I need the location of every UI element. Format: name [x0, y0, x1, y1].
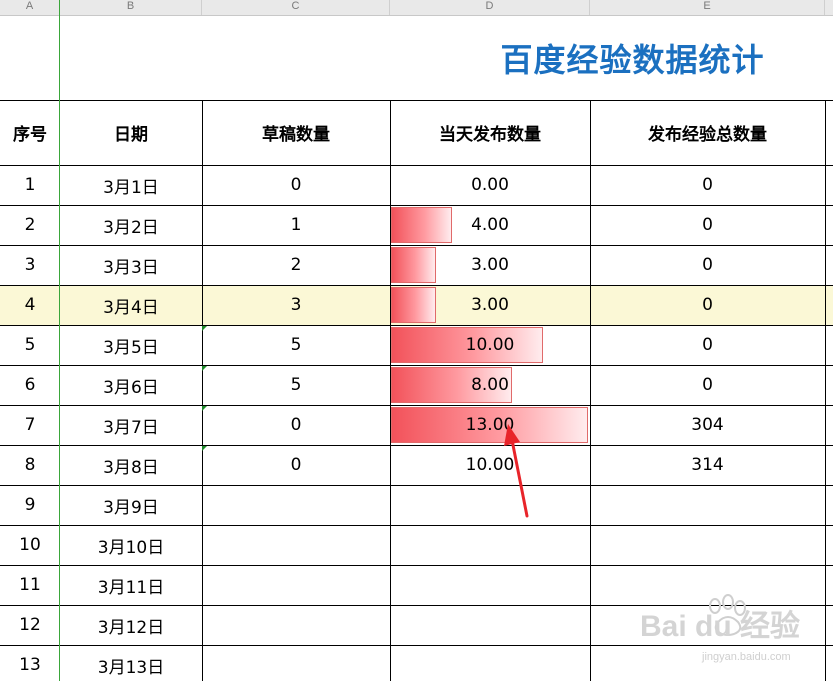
baidu-watermark-logo: Bai du 经验 jingyan.baidu.com: [640, 594, 800, 663]
annotation-arrow-icon: [504, 424, 529, 518]
watermark-url: jingyan.baidu.com: [701, 651, 791, 663]
watermark-brand: Bai du 经验: [640, 609, 800, 643]
